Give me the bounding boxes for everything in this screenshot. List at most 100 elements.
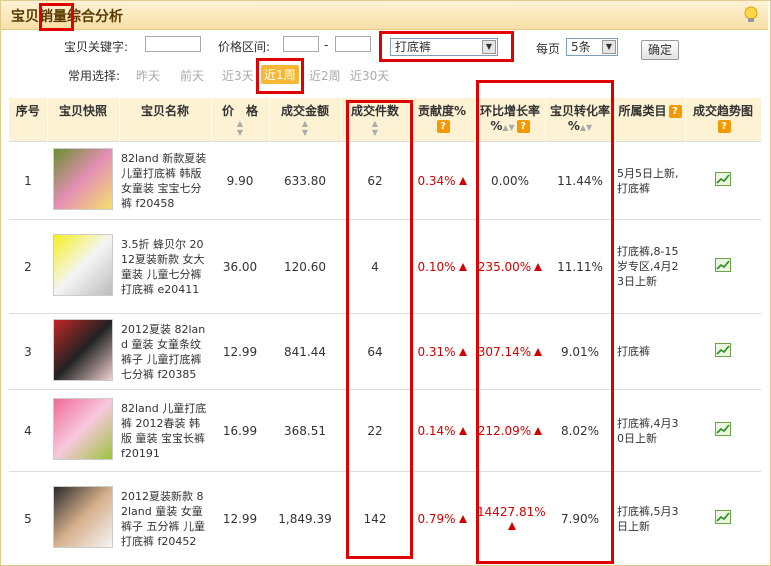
trend-chart-icon[interactable] <box>715 510 731 525</box>
help-icon[interactable]: ? <box>516 120 530 133</box>
mom-cell: 307.14% <box>475 313 545 390</box>
mom-cell: 14427.81% <box>475 471 546 566</box>
trend-cell[interactable] <box>685 313 761 390</box>
amount-cell: 633.80 <box>269 141 341 220</box>
conversion-cell: 11.11% <box>545 219 615 314</box>
arrow-up-icon <box>458 427 467 435</box>
chevron-down-icon[interactable]: ▼ <box>482 40 496 54</box>
help-icon[interactable]: ? <box>436 120 450 133</box>
arrow-up-icon <box>458 177 467 185</box>
trend-cell[interactable] <box>685 141 761 220</box>
product-thumbnail[interactable] <box>47 313 119 390</box>
arrow-up-icon <box>507 522 516 531</box>
price-cell: 36.00 <box>211 219 269 314</box>
product-thumbnail[interactable] <box>47 141 119 220</box>
amount-cell: 368.51 <box>269 389 341 472</box>
amount-cell: 1,849.39 <box>269 471 341 566</box>
trend-chart-icon[interactable] <box>715 258 731 272</box>
product-name[interactable]: 3.5折 蜂贝尔 2012夏装新款 女大童装 儿童七分裤 打底裤 e20411 <box>119 219 211 314</box>
col-trend: 成交趋势图? <box>685 98 762 142</box>
product-image[interactable] <box>53 234 113 296</box>
arrow-up-icon <box>534 263 543 271</box>
product-name[interactable]: 82land 儿童打底裤 2012春装 韩版 童装 宝宝长裤 f20191 <box>119 389 211 472</box>
page-title: 宝贝销量综合分析 <box>11 9 123 25</box>
help-icon[interactable]: ? <box>717 120 731 133</box>
count-cell: 22 <box>341 389 409 472</box>
contrib-cell: 0.31% <box>409 313 475 390</box>
price-max-input[interactable] <box>335 36 371 52</box>
product-image[interactable] <box>53 486 113 549</box>
col-amount[interactable]: 成交金额 ▲ ▼ <box>269 98 342 142</box>
quick-day-before[interactable]: 前天 <box>180 67 204 84</box>
contrib-cell: 0.34% <box>409 141 475 220</box>
sort-icon[interactable]: ▲▼ <box>502 123 514 132</box>
product-name[interactable]: 2012夏装新款 82land 童装 女童裤子 五分裤 儿童打底裤 f20452 <box>119 471 211 566</box>
col-conversion[interactable]: 宝贝转化率 %▲▼ <box>545 98 616 142</box>
amount-cell: 841.44 <box>269 313 341 390</box>
row-index: 1 <box>9 141 47 220</box>
conversion-cell: 7.90% <box>545 471 615 566</box>
product-image[interactable] <box>53 148 113 210</box>
col-snapshot: 宝贝快照 <box>47 98 120 142</box>
sales-table: 序号 宝贝快照 宝贝名称 价 格 ▲ ▼ 成交金额 ▲ ▼ 成交件数 ▲ ▼ 贡献度%? 环… <box>9 98 762 566</box>
count-cell: 62 <box>341 141 409 220</box>
mom-cell: 212.09% <box>475 389 545 472</box>
keyword-input[interactable] <box>145 36 201 52</box>
price-cell: 12.99 <box>211 313 269 390</box>
help-icon[interactable]: ? <box>668 105 682 118</box>
product-name[interactable]: 82land 新款夏装儿童打底裤 韩版女童装 宝宝七分裤 f20458 <box>119 141 211 220</box>
quick-select-label: 常用选择: <box>68 69 121 83</box>
row-index: 2 <box>9 219 47 314</box>
arrow-up-icon <box>458 263 467 271</box>
product-thumbnail[interactable] <box>47 471 119 566</box>
category-cell: 5月5日上新,打底裤 <box>615 141 685 220</box>
per-page-label: 每页 <box>536 42 561 56</box>
trend-cell[interactable] <box>685 219 761 314</box>
price-cell: 12.99 <box>211 471 269 566</box>
col-index: 序号 <box>9 98 48 142</box>
sort-icon[interactable]: ▲▼ <box>213 119 268 137</box>
trend-cell[interactable] <box>685 389 761 472</box>
product-name[interactable]: 2012夏装 82land 童装 女童条纹裤子 儿童打底裤七分裤 f20385 <box>119 313 211 390</box>
trend-chart-icon[interactable] <box>715 343 731 357</box>
quick-3days[interactable]: 近3天 <box>222 67 254 84</box>
col-price[interactable]: 价 格 ▲ ▼ <box>211 98 270 142</box>
chevron-down-icon[interactable]: ▼ <box>602 40 616 54</box>
trend-chart-icon[interactable] <box>715 422 731 436</box>
sort-icon[interactable]: ▲▼ <box>343 119 408 137</box>
quick-yesterday[interactable]: 昨天 <box>136 67 160 84</box>
table-row: 3 2012夏装 82land 童装 女童条纹裤子 儿童打底裤七分裤 f20385… <box>9 313 761 390</box>
lightbulb-icon[interactable] <box>744 6 758 24</box>
trend-chart-icon[interactable] <box>715 172 731 186</box>
quick-1week[interactable]: 近1周 <box>261 65 299 84</box>
quick-2weeks[interactable]: 近2周 <box>309 67 341 84</box>
price-label: 价格区间: <box>218 40 271 54</box>
filter-bar: 宝贝关键字: 价格区间: - 打底裤 ▼ 每页 5条 ▼ 确定 常用选择: 昨天… <box>0 30 771 90</box>
per-page-select[interactable]: 5条 ▼ <box>566 38 618 56</box>
quick-30days[interactable]: 近30天 <box>350 67 389 84</box>
sort-icon[interactable]: ▲▼ <box>580 123 592 132</box>
mom-cell: 235.00% <box>475 219 545 314</box>
trend-cell[interactable] <box>685 471 761 566</box>
category-select[interactable]: 打底裤 ▼ <box>390 38 498 56</box>
contrib-cell: 0.14% <box>409 389 475 472</box>
row-index: 5 <box>9 471 47 566</box>
product-thumbnail[interactable] <box>47 219 119 314</box>
col-contrib[interactable]: 贡献度%? <box>409 98 476 142</box>
product-image[interactable] <box>53 398 113 460</box>
conversion-cell: 9.01% <box>545 313 615 390</box>
table-row: 2 3.5折 蜂贝尔 2012夏装新款 女大童装 儿童七分裤 打底裤 e20411… <box>9 219 761 314</box>
arrow-up-icon <box>458 348 467 356</box>
col-name: 宝贝名称 <box>119 98 212 142</box>
product-image[interactable] <box>53 319 113 381</box>
confirm-button[interactable]: 确定 <box>641 40 679 60</box>
price-min-input[interactable] <box>283 36 319 52</box>
table-row: 4 82land 儿童打底裤 2012春装 韩版 童装 宝宝长裤 f20191 16… <box>9 389 761 472</box>
product-thumbnail[interactable] <box>47 389 119 472</box>
price-cell: 16.99 <box>211 389 269 472</box>
col-mom[interactable]: 环比增长率 %▲▼? <box>475 98 546 142</box>
keyword-label: 宝贝关键字: <box>64 40 129 54</box>
col-count[interactable]: 成交件数 ▲ ▼ <box>341 98 410 142</box>
sort-icon[interactable]: ▲▼ <box>271 119 340 137</box>
category-cell: 打底裤,4月30日上新 <box>615 389 685 472</box>
